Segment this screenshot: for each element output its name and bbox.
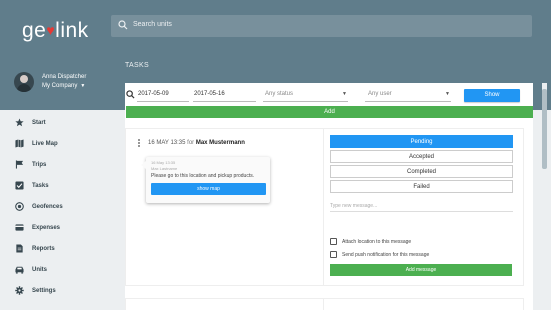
push-notification-row[interactable]: Send push notification for this message: [330, 251, 429, 258]
attach-location-label: Attach location to this message: [342, 238, 412, 245]
checkbox-icon: [14, 181, 24, 191]
show-map-button[interactable]: show map: [151, 183, 266, 195]
logo-text-start: ge: [22, 19, 47, 42]
message-bubble: 16 May 13:35 Max Lastname Please go to t…: [141, 157, 270, 203]
star-icon: [14, 118, 24, 128]
task-divider: [323, 299, 324, 310]
task-divider: [323, 129, 324, 285]
caret-down-icon: ▼: [80, 83, 86, 89]
more-vert-icon[interactable]: [138, 139, 141, 148]
date-from-field[interactable]: 2017-05-09: [138, 91, 169, 97]
sidebar-item-live-map[interactable]: Live Map: [0, 133, 111, 154]
attach-location-checkbox[interactable]: [330, 238, 337, 245]
add-task-button[interactable]: Add: [126, 106, 533, 118]
geolink-logo[interactable]: ge♥link: [22, 19, 89, 43]
status-failed-button[interactable]: Failed: [330, 180, 513, 193]
add-message-button[interactable]: Add message: [330, 264, 512, 276]
company-name: My Company: [42, 83, 78, 89]
sidebar-item-start[interactable]: Start: [0, 112, 111, 133]
document-icon: [14, 244, 24, 254]
date-from-underline: [137, 101, 189, 102]
status-pending-button[interactable]: Pending: [330, 135, 513, 148]
sidebar-item-label: Geofences: [32, 203, 63, 210]
sidebar-item-label: Trips: [32, 161, 47, 168]
gear-icon: [14, 286, 24, 296]
user-name: Anna Dispatcher: [42, 74, 87, 80]
credit-card-icon: [14, 223, 24, 233]
attach-location-row[interactable]: Attach location to this message: [330, 238, 411, 245]
message-text: Please go to this location and pickup pr…: [151, 173, 255, 179]
tasks-card: 2017-05-09 2017-05-16 Any status ▼ Any u…: [125, 83, 533, 310]
sidebar-item-label: Reports: [32, 245, 55, 252]
status-select-underline: [263, 101, 348, 102]
sidebar-item-expenses[interactable]: Expenses: [0, 217, 111, 238]
status-accepted-button[interactable]: Accepted: [330, 150, 513, 163]
search-bar[interactable]: Search units: [111, 15, 532, 37]
sidebar-item-label: Settings: [32, 287, 56, 294]
user-select-value: Any user: [368, 91, 392, 97]
task-item: [125, 298, 524, 310]
task-item: 16 MAY 13:35 for Max Mustermann 16 May 1…: [125, 128, 524, 286]
show-button[interactable]: Show: [464, 89, 520, 102]
push-notification-checkbox[interactable]: [330, 251, 337, 258]
date-to-underline: [193, 101, 256, 102]
sidebar-item-label: Live Map: [32, 140, 58, 147]
search-input[interactable]: Search units: [133, 21, 172, 28]
new-message-input[interactable]: Type new message...: [330, 203, 513, 209]
user-select-underline: [365, 101, 451, 102]
status-completed-button[interactable]: Completed: [330, 165, 513, 178]
flag-icon: [14, 160, 24, 170]
user-select[interactable]: Any user ▼: [368, 91, 450, 97]
sidebar-item-units[interactable]: Units: [0, 259, 111, 280]
company-selector[interactable]: My Company ▼: [42, 83, 85, 89]
sidebar-item-label: Start: [32, 119, 46, 126]
logo-text-end: link: [55, 19, 89, 42]
date-to-field[interactable]: 2017-05-16: [194, 91, 225, 97]
sidebar-item-settings[interactable]: Settings: [0, 280, 111, 301]
status-select[interactable]: Any status ▼: [265, 91, 347, 97]
search-icon: [118, 20, 128, 30]
caret-down-icon: ▼: [445, 91, 450, 97]
message-date: 16 May 13:35: [151, 160, 176, 165]
status-select-value: Any status: [265, 91, 294, 97]
sidebar-item-geofences[interactable]: Geofences: [0, 196, 111, 217]
sidebar-item-label: Units: [32, 266, 47, 273]
location-pin-icon: ♥: [46, 22, 56, 38]
task-header: 16 MAY 13:35 for Max Mustermann: [148, 140, 245, 146]
message-input-underline: [330, 211, 513, 212]
sidebar-item-label: Expenses: [32, 224, 61, 231]
push-notification-label: Send push notification for this message: [342, 251, 430, 258]
page-title: TASKS: [125, 62, 149, 69]
car-icon: [14, 265, 24, 275]
sidebar: Anna Dispatcher My Company ▼ Start Live M…: [0, 60, 111, 310]
sidebar-item-label: Tasks: [32, 182, 49, 189]
caret-down-icon: ▼: [342, 91, 347, 97]
sidebar-nav: Start Live Map Trips Tasks Geofences Exp…: [0, 112, 111, 301]
filter-bar: 2017-05-09 2017-05-16 Any status ▼ Any u…: [125, 87, 533, 103]
sidebar-item-trips[interactable]: Trips: [0, 154, 111, 175]
search-icon: [126, 90, 135, 99]
task-assignee: Max Mustermann: [195, 140, 245, 146]
status-toggle-group: Pending Accepted Completed Failed: [330, 135, 513, 195]
task-for-label: for: [187, 140, 195, 146]
message-author: Max Lastname: [151, 166, 178, 171]
avatar: [14, 72, 34, 92]
task-timestamp: 16 MAY 13:35: [148, 140, 186, 146]
scrollbar[interactable]: [542, 83, 547, 310]
target-icon: [14, 202, 24, 212]
sidebar-item-tasks[interactable]: Tasks: [0, 175, 111, 196]
sidebar-item-reports[interactable]: Reports: [0, 238, 111, 259]
map-icon: [14, 139, 24, 149]
scrollbar-thumb[interactable]: [542, 89, 547, 169]
